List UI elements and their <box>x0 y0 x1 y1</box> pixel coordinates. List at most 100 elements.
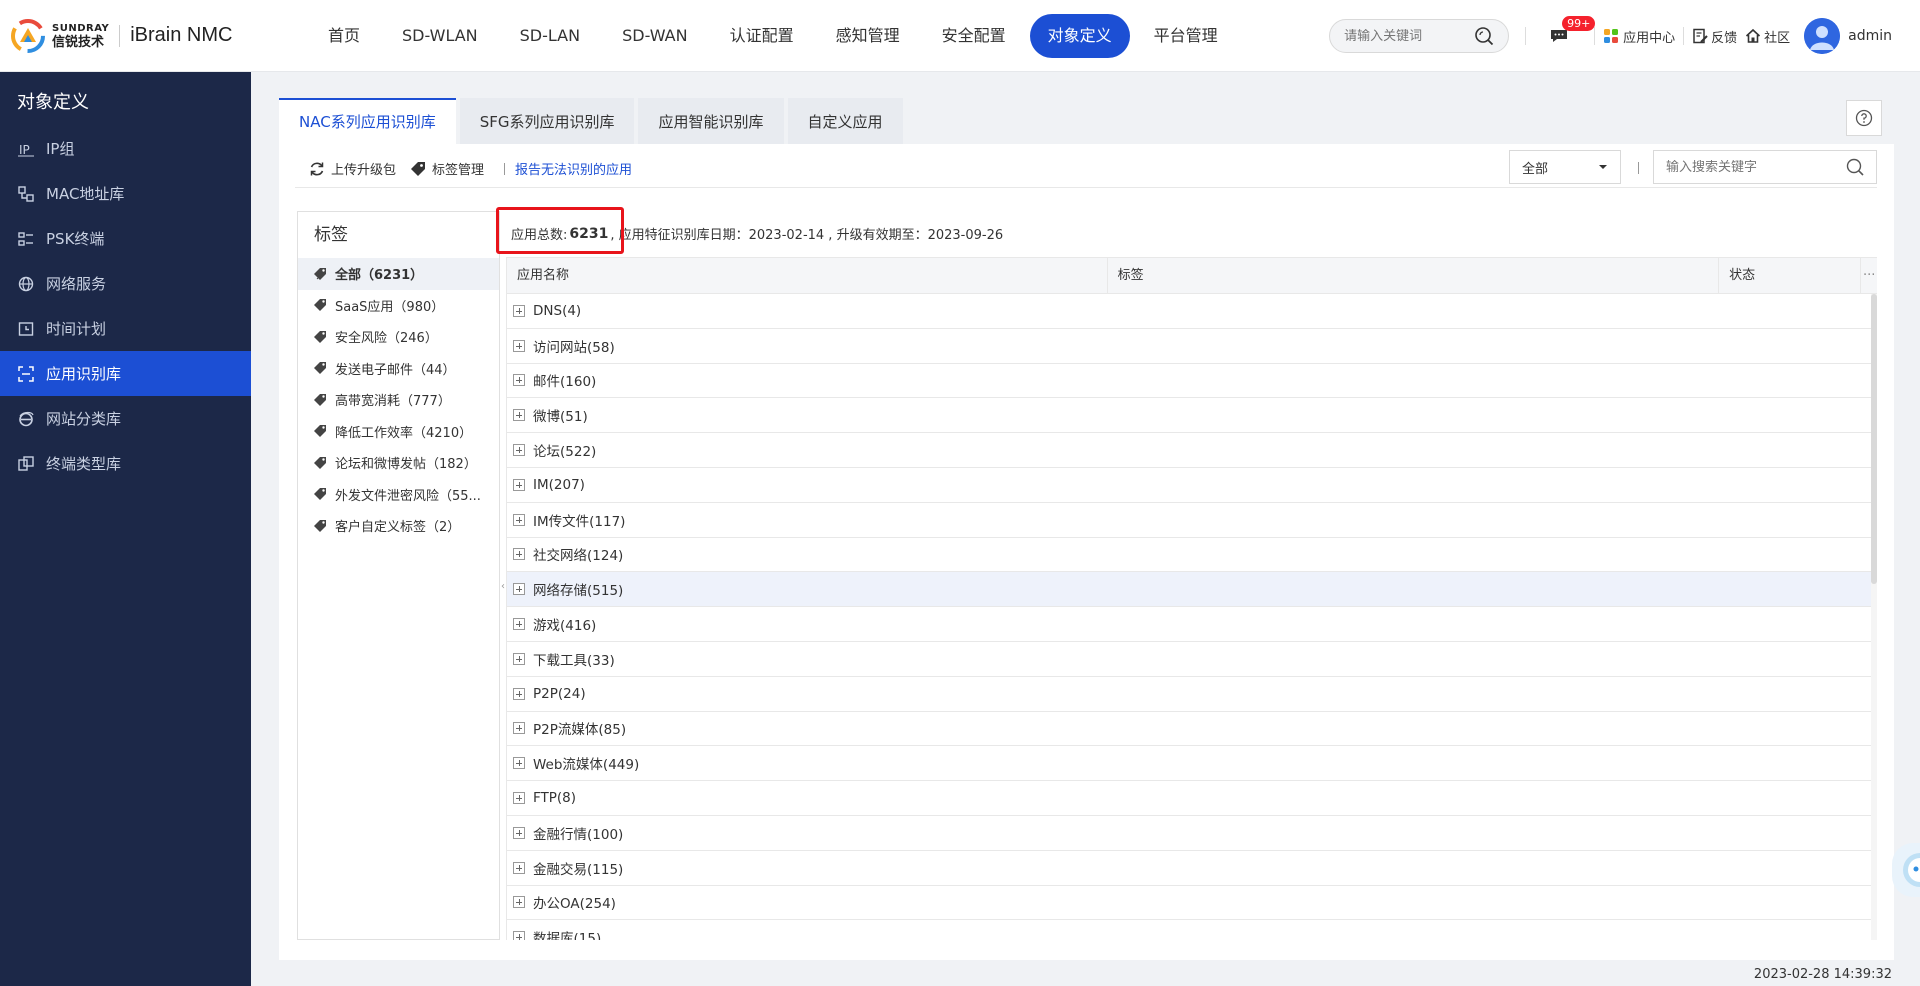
table-row[interactable]: 金融行情(100) <box>507 816 1877 851</box>
help-button[interactable] <box>1846 100 1882 136</box>
app-category-name: IM传文件(117) <box>533 513 626 530</box>
tag-item-reduce-efficiency[interactable]: 降低工作效率（4210） <box>298 416 499 448</box>
app-category-name: Web流媒体(449) <box>533 757 640 774</box>
expand-plus-icon[interactable] <box>513 548 525 561</box>
column-app-name: 应用名称 <box>507 258 1108 294</box>
table-row[interactable]: 访问网站(58) <box>507 329 1877 364</box>
app-category-name: 网络存储(515) <box>533 583 624 600</box>
table-row[interactable]: 金融交易(115) <box>507 851 1877 886</box>
global-search-input[interactable] <box>1344 28 1475 44</box>
table-row[interactable]: P2P流媒体(85) <box>507 712 1877 747</box>
table-row[interactable]: 邮件(160) <box>507 364 1877 399</box>
table-row[interactable]: DNS(4) <box>507 294 1877 329</box>
expand-plus-icon[interactable] <box>513 478 525 491</box>
psk-icon <box>18 231 33 246</box>
expand-plus-icon[interactable] <box>513 722 525 735</box>
library-tabs: NAC系列应用识别库 SFG系列应用识别库 应用智能识别库 自定义应用 <box>279 98 907 144</box>
search-icon[interactable] <box>1846 158 1864 176</box>
sidebar-item-time-schedule[interactable]: 时间计划 <box>0 306 251 351</box>
tag-item-high-bandwidth[interactable]: 高带宽消耗（777） <box>298 384 499 416</box>
expand-plus-icon[interactable] <box>513 304 525 317</box>
expand-plus-icon[interactable] <box>513 826 525 839</box>
table-row[interactable]: 下载工具(33) <box>507 642 1877 677</box>
expand-plus-icon[interactable] <box>513 339 525 352</box>
column-more[interactable]: ··· <box>1861 258 1877 294</box>
tag-item-security-risk[interactable]: 安全风险（246） <box>298 321 499 353</box>
app-center-button[interactable]: 应用中心 <box>1603 27 1675 46</box>
avatar[interactable] <box>1804 18 1841 54</box>
tag-item-send-email[interactable]: 发送电子邮件（44） <box>298 353 499 385</box>
expand-plus-icon[interactable] <box>513 652 525 665</box>
report-unrecognized-link[interactable]: 报告无法识别的应用 <box>515 159 632 178</box>
tag-item-saas[interactable]: SaaS应用（980） <box>298 290 499 322</box>
tab-smart-library[interactable]: 应用智能识别库 <box>638 98 784 144</box>
app-center-label: 应用中心 <box>1623 30 1676 46</box>
table-row[interactable]: IM(207) <box>507 468 1877 503</box>
expand-plus-icon[interactable] <box>513 444 525 457</box>
nav-sd-wlan[interactable]: SD-WLAN <box>384 14 496 58</box>
expand-plus-icon[interactable] <box>513 792 525 805</box>
tag-item-custom[interactable]: 客户自定义标签（2） <box>298 510 499 542</box>
table-row[interactable]: 社交网络(124) <box>507 538 1877 573</box>
expand-plus-icon[interactable] <box>513 583 525 596</box>
nav-home[interactable]: 首页 <box>310 14 378 58</box>
upload-package-button[interactable]: 上传升级包 <box>309 159 396 178</box>
table-row[interactable]: FTP(8) <box>507 781 1877 816</box>
sidebar-item-label: 网站分类库 <box>46 410 122 428</box>
tag-filter-select[interactable]: 全部 <box>1509 150 1621 184</box>
expand-plus-icon[interactable] <box>513 618 525 631</box>
expand-plus-icon[interactable] <box>513 687 525 700</box>
sidebar-item-ip-group[interactable]: IP IP组 <box>0 126 251 171</box>
sidebar-item-app-library[interactable]: 应用识别库 <box>0 351 251 396</box>
search-icon[interactable] <box>1474 26 1494 46</box>
table-row[interactable]: 数据库(15) <box>507 920 1877 940</box>
nav-sd-lan[interactable]: SD-LAN <box>502 14 598 58</box>
expand-plus-icon[interactable] <box>513 513 525 526</box>
nav-auth-config[interactable]: 认证配置 <box>712 14 812 58</box>
table-row[interactable]: 网络存储(515) <box>507 572 1877 608</box>
expand-plus-icon[interactable] <box>513 931 525 940</box>
logo[interactable]: SUNDRAY 信锐技术 iBrain NMC <box>10 18 290 54</box>
sidebar-item-website-category[interactable]: 网站分类库 <box>0 396 251 441</box>
tag-manage-button[interactable]: 标签管理 <box>410 159 484 178</box>
sidebar-item-device-type[interactable]: 终端类型库 <box>0 441 251 486</box>
nav-object-definition[interactable]: 对象定义 <box>1029 13 1130 58</box>
nav-sd-wan[interactable]: SD-WAN <box>604 14 705 58</box>
nav-sensing[interactable]: 感知管理 <box>818 14 918 58</box>
nav-security[interactable]: 安全配置 <box>924 14 1024 58</box>
table-row[interactable]: 游戏(416) <box>507 607 1877 642</box>
table-row[interactable]: 办公OA(254) <box>507 886 1877 921</box>
sidebar-item-mac-library[interactable]: MAC地址库 <box>0 171 251 216</box>
expand-plus-icon[interactable] <box>513 757 525 770</box>
table-body: DNS(4) 访问网站(58) 邮件(160) 微博(51) 论坛(522) IM(207… <box>507 294 1877 940</box>
table-row[interactable]: 论坛(522) <box>507 433 1877 468</box>
sidebar-item-network-service[interactable]: 网络服务 <box>0 261 251 306</box>
table-row[interactable]: P2P(24) <box>507 677 1877 712</box>
expand-plus-icon[interactable] <box>513 861 525 874</box>
app-count-label: 应用总数: <box>511 228 568 243</box>
tag-item-label: 降低工作效率（4210） <box>335 425 473 441</box>
tab-sfg-library[interactable]: SFG系列应用识别库 <box>459 98 635 144</box>
community-button[interactable]: 社区 <box>1745 27 1790 46</box>
nav-platform[interactable]: 平台管理 <box>1136 14 1236 58</box>
feedback-button[interactable]: 反馈 <box>1692 27 1737 46</box>
message-button[interactable]: 99+ <box>1550 16 1596 44</box>
tag-icon <box>314 267 326 280</box>
tag-item-forum-weibo[interactable]: 论坛和微博发帖（182） <box>298 447 499 479</box>
assistant-widget[interactable] <box>1892 843 1920 897</box>
tag-item-all[interactable]: 全部（6231） <box>298 258 499 290</box>
table-row[interactable]: 微博(51) <box>507 398 1877 434</box>
expand-plus-icon[interactable] <box>513 896 525 909</box>
keyword-search-input[interactable] <box>1666 159 1836 175</box>
sidebar-title: 对象定义 <box>17 92 89 113</box>
expand-plus-icon[interactable] <box>513 374 525 387</box>
tag-item-file-leak[interactable]: 外发文件泄密风险（55... <box>298 479 499 511</box>
tab-nac-library[interactable]: NAC系列应用识别库 <box>279 98 456 144</box>
table-row[interactable]: IM传文件(117) <box>507 503 1877 538</box>
sidebar-item-psk-terminal[interactable]: PSK终端 <box>0 216 251 261</box>
tab-custom-app[interactable]: 自定义应用 <box>787 98 903 144</box>
username[interactable]: admin <box>1848 28 1892 44</box>
table-row[interactable]: Web流媒体(449) <box>507 746 1877 782</box>
table-scrollbar-thumb[interactable] <box>1871 294 1877 584</box>
expand-plus-icon[interactable] <box>513 409 525 422</box>
